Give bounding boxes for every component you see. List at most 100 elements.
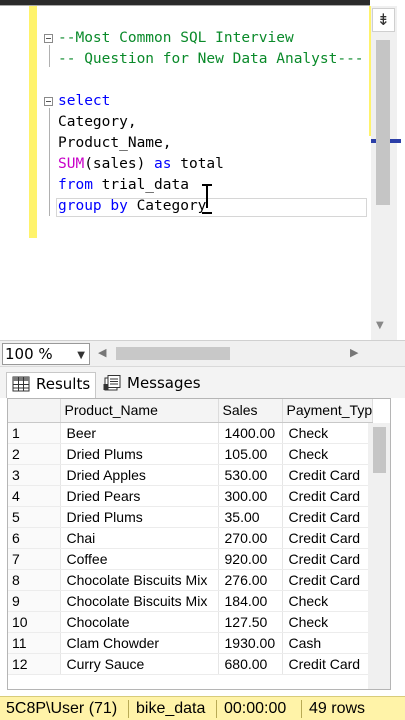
code-line[interactable]: from trial_data	[58, 175, 189, 196]
status-bar: 5C8P\User (71) bike_data 00:00:00 49 row…	[0, 696, 405, 720]
code-line[interactable]: select	[58, 91, 110, 112]
table-cell[interactable]: Chocolate	[60, 611, 219, 633]
table-cell[interactable]: Clam Chowder	[60, 632, 219, 654]
table-cell[interactable]: Credit Card	[282, 527, 374, 549]
row-number-cell[interactable]: 3	[8, 464, 61, 486]
scroll-right-icon[interactable]: ▶	[350, 346, 358, 359]
code-token: from	[58, 177, 93, 193]
code-token: select	[58, 93, 111, 109]
table-cell[interactable]: Check	[282, 422, 374, 444]
table-cell[interactable]: 270.00	[218, 527, 283, 549]
table-cell[interactable]: Curry Sauce	[60, 653, 219, 675]
row-number-cell[interactable]: 11	[8, 632, 61, 654]
grid-scroll-thumb[interactable]	[373, 427, 386, 473]
tab-messages[interactable]: Messages	[100, 372, 210, 398]
table-cell[interactable]: Dried Apples	[60, 464, 219, 486]
results-grid[interactable]: Product_Name Sales Payment_Typ 1 Beer 1400…	[7, 398, 391, 690]
table-cell[interactable]: Credit Card	[282, 548, 374, 570]
table-cell[interactable]: Check	[282, 443, 374, 465]
results-table: Product_Name Sales Payment_Typ 1 Beer 1400…	[8, 399, 374, 675]
collapse-toggle-select[interactable]	[44, 97, 53, 106]
table-cell[interactable]: 1930.00	[218, 632, 283, 654]
table-cell[interactable]: 105.00	[218, 443, 283, 465]
column-header-sales[interactable]: Sales	[218, 399, 283, 423]
row-number-cell[interactable]: 9	[8, 590, 61, 612]
tab-results[interactable]: Results	[6, 372, 96, 398]
table-cell[interactable]: Check	[282, 590, 374, 612]
row-number-cell[interactable]: 6	[8, 527, 61, 549]
editor-top-strip	[0, 0, 370, 6]
column-header-product-name[interactable]: Product_Name	[60, 399, 219, 423]
row-number-cell[interactable]: 12	[8, 653, 61, 675]
table-cell[interactable]: Chocolate Biscuits Mix	[60, 590, 219, 612]
table-row[interactable]: 12 Curry Sauce 680.00 Credit Card	[8, 653, 374, 675]
status-elapsed: 00:00:00	[224, 700, 287, 717]
code-line[interactable]: SUM(sales) as total	[58, 154, 224, 175]
table-cell[interactable]: Credit Card	[282, 464, 374, 486]
table-row[interactable]: 4 Dried Pears 300.00 Credit Card	[8, 485, 374, 507]
code-line[interactable]: Category,	[58, 112, 137, 133]
code-line[interactable]: -- Question for New Data Analyst---	[58, 49, 364, 70]
row-number-cell[interactable]: 10	[8, 611, 61, 633]
table-cell[interactable]: 184.00	[218, 590, 283, 612]
code-line[interactable]: group by Category	[58, 196, 206, 217]
query-editor[interactable]: --Most Common SQL Interview -- Question f…	[0, 0, 405, 340]
row-number-cell[interactable]: 2	[8, 443, 61, 465]
row-number-cell[interactable]: 7	[8, 548, 61, 570]
table-cell[interactable]: Credit Card	[282, 653, 374, 675]
horizontal-scroll-thumb[interactable]	[116, 347, 230, 360]
row-number-cell[interactable]: 8	[8, 569, 61, 591]
table-cell[interactable]: 1400.00	[218, 422, 283, 444]
table-cell[interactable]: Credit Card	[282, 569, 374, 591]
code-token: (sales)	[84, 156, 155, 172]
table-cell[interactable]: 276.00	[218, 569, 283, 591]
split-icon[interactable]: ⇟	[372, 8, 395, 32]
table-row[interactable]: 7 Coffee 920.00 Credit Card	[8, 548, 374, 570]
table-cell[interactable]: 530.00	[218, 464, 283, 486]
table-cell[interactable]: 127.50	[218, 611, 283, 633]
table-row[interactable]: 11 Clam Chowder 1930.00 Cash	[8, 632, 374, 654]
table-cell[interactable]: 300.00	[218, 485, 283, 507]
table-cell[interactable]: Credit Card	[282, 506, 374, 528]
column-header-rownum[interactable]	[8, 399, 61, 423]
grid-vertical-scrollbar[interactable]	[368, 423, 390, 689]
table-row[interactable]: 1 Beer 1400.00 Check	[8, 422, 374, 444]
zoom-bar: 100 % ▼ ◀ ▶	[0, 340, 405, 366]
table-cell[interactable]: Cash	[282, 632, 374, 654]
table-row[interactable]: 5 Dried Plums 35.00 Credit Card	[8, 506, 374, 528]
table-row[interactable]: 10 Chocolate 127.50 Check	[8, 611, 374, 633]
table-row[interactable]: 8 Chocolate Biscuits Mix 276.00 Credit Card	[8, 569, 374, 591]
scroll-left-icon[interactable]: ◀	[98, 346, 106, 359]
code-token: as	[154, 156, 172, 172]
editor-scroll-thumb[interactable]	[376, 40, 390, 205]
collapse-toggle-comment[interactable]	[44, 34, 53, 43]
row-number-cell[interactable]: 4	[8, 485, 61, 507]
table-row[interactable]: 2 Dried Plums 105.00 Check	[8, 443, 374, 465]
table-cell[interactable]: Credit Card	[282, 485, 374, 507]
code-line[interactable]: Product_Name,	[58, 133, 172, 154]
column-header-payment-type[interactable]: Payment_Typ	[282, 399, 374, 423]
row-number-cell[interactable]: 1	[8, 422, 61, 444]
table-row[interactable]: 6 Chai 270.00 Credit Card	[8, 527, 374, 549]
zoom-select[interactable]: 100 % ▼	[2, 343, 90, 365]
scroll-down-icon[interactable]: ▼	[376, 320, 384, 331]
row-number-cell[interactable]: 5	[8, 506, 61, 528]
code-line[interactable]: --Most Common SQL Interview	[58, 28, 294, 49]
table-cell[interactable]: Chocolate Biscuits Mix	[60, 569, 219, 591]
table-cell[interactable]: Dried Plums	[60, 506, 219, 528]
code-token: Category	[127, 198, 207, 214]
table-cell[interactable]: Dried Plums	[60, 443, 219, 465]
table-cell[interactable]: Chai	[60, 527, 219, 549]
table-cell[interactable]: Check	[282, 611, 374, 633]
chevron-down-icon[interactable]: ▼	[77, 346, 85, 366]
status-divider	[128, 700, 129, 718]
table-cell[interactable]: Coffee	[60, 548, 219, 570]
table-row[interactable]: 3 Dried Apples 530.00 Credit Card	[8, 464, 374, 486]
table-cell[interactable]: 35.00	[218, 506, 283, 528]
table-cell[interactable]: Beer	[60, 422, 219, 444]
table-row[interactable]: 9 Chocolate Biscuits Mix 184.00 Check	[8, 590, 374, 612]
table-cell[interactable]: 680.00	[218, 653, 283, 675]
table-cell[interactable]: Dried Pears	[60, 485, 219, 507]
results-tab-bar: Results Messages	[0, 366, 405, 398]
table-cell[interactable]: 920.00	[218, 548, 283, 570]
